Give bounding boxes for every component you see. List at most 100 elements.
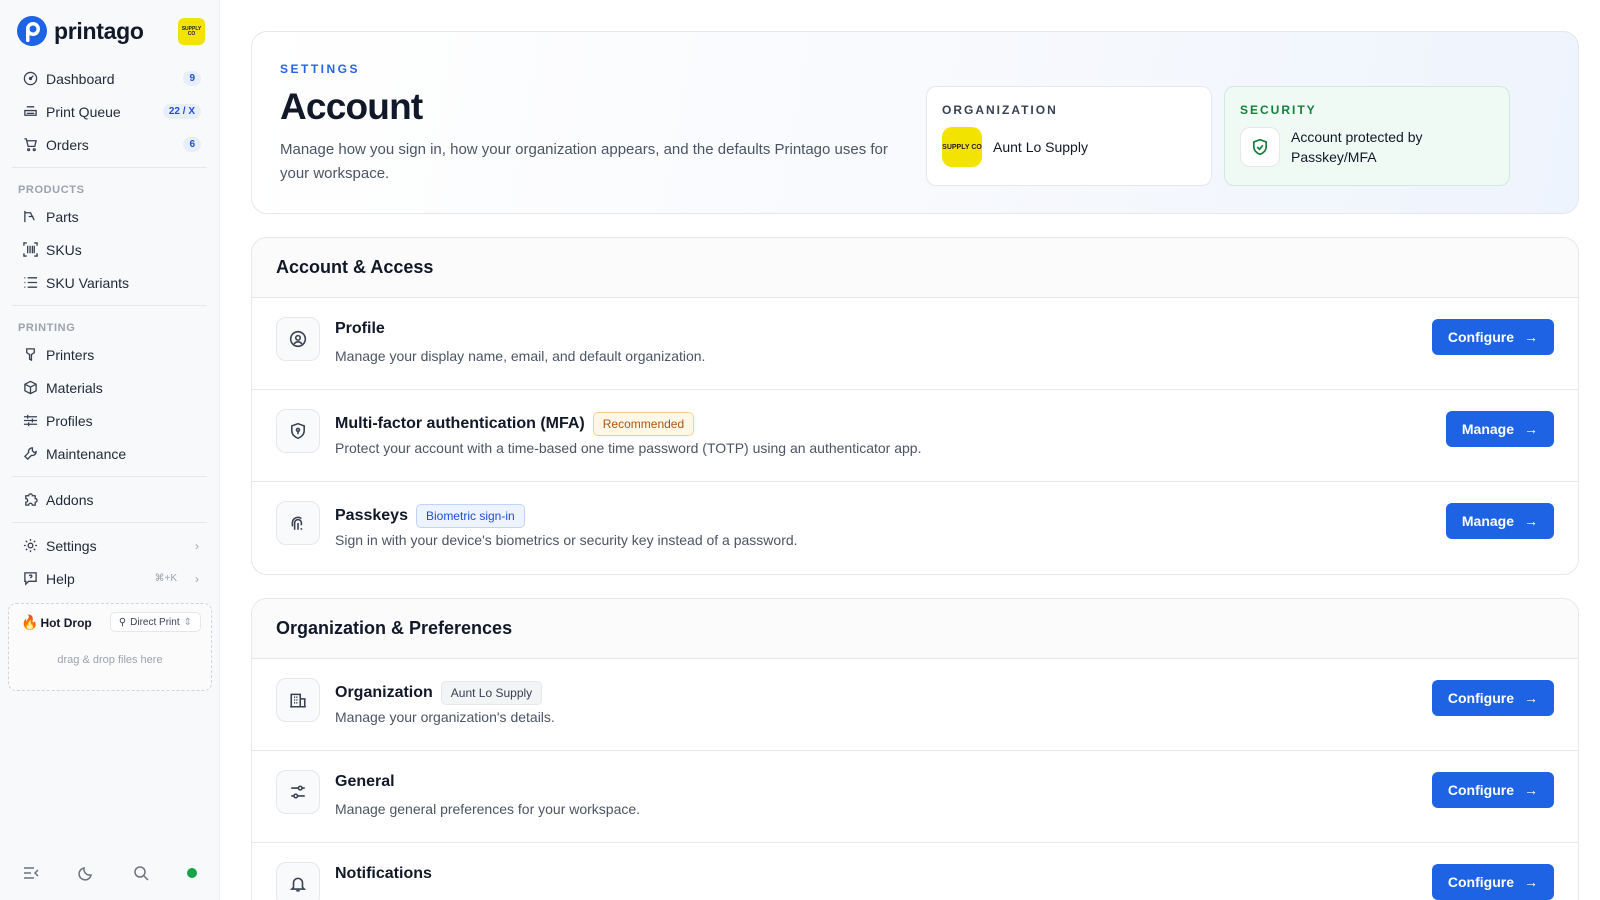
row-title: General — [335, 773, 395, 790]
chevron-right-icon: › — [195, 571, 199, 586]
page-title: Account — [280, 86, 423, 127]
sidebar-item-label: SKUs — [46, 241, 82, 258]
row-title: Profile — [335, 320, 385, 337]
brand-name: printago — [54, 17, 144, 44]
arrow-right-icon: → — [1524, 513, 1538, 529]
arrow-right-icon: → — [1524, 782, 1538, 798]
hot-drop-title: 🔥 Hot Drop — [21, 614, 92, 630]
sidebar-footer — [22, 864, 197, 882]
sidebar-item-label: Parts — [46, 208, 79, 225]
divider — [12, 305, 207, 306]
sidebar-item-parts[interactable]: Parts — [10, 200, 209, 233]
printer-icon — [22, 347, 38, 363]
org-avatar: SUPPLY CO — [942, 127, 982, 167]
divider — [12, 522, 207, 523]
row-description: Protect your account with a time-based o… — [335, 440, 922, 456]
row-description: Manage general preferences for your work… — [335, 801, 641, 817]
sidebar-item-settings[interactable]: Settings › — [10, 529, 209, 562]
settings-row-mfa: Multi-factor authentication (MFA) Recomme… — [252, 390, 1578, 482]
row-title: Passkeys — [335, 507, 408, 524]
row-description: Manage your organization's details. — [335, 709, 555, 725]
flame-icon: 🔥 — [21, 614, 39, 630]
print-mode-select[interactable]: ⚲ Direct Print ⇕ — [109, 612, 201, 632]
row-title: Organization — [335, 684, 433, 701]
settings-row-notifications: Notifications Configure → — [252, 843, 1578, 900]
page-eyebrow: SETTINGS — [280, 62, 361, 76]
organization-preferences-panel: Organization & Preferences Organization A… — [251, 598, 1579, 900]
sidebar-item-label: Profiles — [46, 412, 93, 429]
sidebar-item-label: Addons — [46, 491, 94, 508]
recommended-badge: Recommended — [592, 412, 695, 436]
configure-general-button[interactable]: Configure → — [1431, 772, 1554, 808]
dashboard-icon — [22, 71, 38, 87]
user-circle-icon — [276, 317, 320, 361]
wrench-icon — [22, 446, 38, 462]
main-content: SETTINGS Account Manage how you sign in,… — [220, 0, 1600, 900]
org-switcher[interactable]: SUPPLY CO — [178, 18, 205, 45]
arrow-right-icon: → — [1524, 421, 1538, 437]
settings-row-general: General Manage general preferences for y… — [252, 751, 1578, 843]
sidebar-item-label: Settings — [46, 537, 97, 554]
sidebar-item-label: Dashboard — [46, 70, 115, 87]
sidebar-item-print-queue[interactable]: Print Queue 22 / X — [10, 95, 209, 128]
sidebar: printago SUPPLY CO Dashboard 9 Print Que… — [0, 0, 220, 900]
account-access-panel: Account & Access Profile Manage your dis… — [251, 237, 1579, 575]
settings-row-profile: Profile Manage your display name, email,… — [252, 298, 1578, 390]
sidebar-item-skus[interactable]: SKUs — [10, 233, 209, 266]
bell-icon — [276, 862, 320, 900]
sidebar-item-maintenance[interactable]: Maintenance — [10, 437, 209, 470]
row-description: Sign in with your device's biometrics or… — [335, 532, 798, 548]
shortcut-hint: ⌘+K — [154, 573, 177, 584]
sidebar-item-orders[interactable]: Orders 6 — [10, 128, 209, 161]
security-card: SECURITY Account protected by Passkey/MF… — [1224, 86, 1510, 186]
connection-status-dot — [187, 868, 197, 878]
puzzle-icon — [22, 492, 38, 508]
chevron-right-icon: › — [195, 538, 199, 553]
printago-logo-icon — [17, 16, 47, 46]
configure-notifications-button[interactable]: Configure → — [1431, 864, 1554, 900]
sidebar-item-sku-variants[interactable]: SKU Variants — [10, 266, 209, 299]
settings-row-passkeys: Passkeys Biometric sign-in Sign in with y… — [252, 482, 1578, 574]
configure-profile-button[interactable]: Configure → — [1431, 319, 1554, 355]
moon-icon[interactable] — [77, 864, 95, 882]
sidebar-item-addons[interactable]: Addons — [10, 483, 209, 516]
sliders-icon — [22, 413, 38, 429]
search-icon[interactable] — [132, 864, 150, 882]
sidebar-item-help[interactable]: Help ⌘+K › — [10, 562, 209, 595]
configure-organization-button[interactable]: Configure → — [1431, 680, 1554, 716]
hot-drop-zone[interactable]: 🔥 Hot Drop ⚲ Direct Print ⇕ drag & drop … — [8, 603, 212, 691]
row-title: Notifications — [335, 865, 432, 882]
printer-icon: ⚲ — [118, 616, 127, 628]
arrow-right-icon: → — [1524, 874, 1538, 890]
collapse-sidebar-icon[interactable] — [22, 864, 40, 882]
print-queue-icon — [22, 104, 38, 120]
chevron-updown-icon: ⇕ — [183, 616, 192, 628]
sidebar-item-label: Materials — [46, 379, 103, 396]
gear-icon — [22, 538, 38, 554]
panel-title: Account & Access — [252, 238, 1578, 298]
manage-passkeys-button[interactable]: Manage → — [1445, 503, 1554, 539]
organization-card: ORGANIZATION SUPPLY CO Aunt Lo Supply — [926, 86, 1212, 186]
security-status: Account protected by Passkey/MFA — [1291, 129, 1423, 165]
shield-lock-icon — [276, 409, 320, 453]
sidebar-item-printers[interactable]: Printers — [10, 338, 209, 371]
brand[interactable]: printago SUPPLY CO — [10, 0, 209, 62]
sidebar-item-dashboard[interactable]: Dashboard 9 — [10, 62, 209, 95]
organization-name: Aunt Lo Supply — [993, 139, 1088, 155]
count-badge: 9 — [183, 71, 201, 86]
settings-hero: SETTINGS Account Manage how you sign in,… — [251, 31, 1579, 214]
section-label-printing: PRINTING — [18, 322, 76, 334]
sidebar-item-materials[interactable]: Materials — [10, 371, 209, 404]
row-title: Multi-factor authentication (MFA) — [335, 415, 585, 432]
section-label-products: PRODUCTS — [18, 184, 85, 196]
sidebar-item-label: Printers — [46, 346, 95, 363]
sliders-icon — [276, 770, 320, 814]
sidebar-item-label: Help — [46, 570, 75, 587]
divider — [12, 167, 207, 168]
box-icon — [22, 380, 38, 396]
sidebar-item-label: Orders — [46, 136, 89, 153]
organization-label: ORGANIZATION — [942, 103, 1058, 117]
manage-mfa-button[interactable]: Manage → — [1445, 411, 1554, 447]
sidebar-item-profiles[interactable]: Profiles — [10, 404, 209, 437]
cart-icon — [22, 137, 38, 153]
